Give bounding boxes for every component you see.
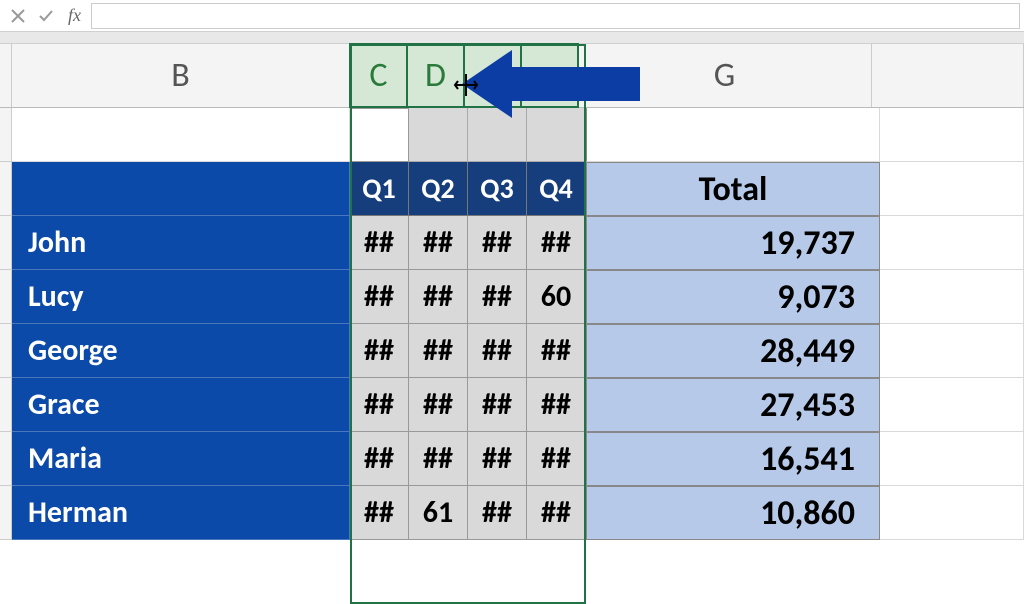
table-header-row: Q1 Q2 Q3 Q4 Total (0, 162, 1024, 216)
column-resize-cursor-icon (453, 72, 479, 104)
q-cell[interactable]: ## (350, 378, 409, 432)
q4-header[interactable]: Q4 (527, 162, 586, 216)
name-cell[interactable]: Lucy (12, 270, 350, 324)
q-cell[interactable]: ## (527, 324, 586, 378)
q-cell[interactable]: ## (527, 432, 586, 486)
row-header[interactable] (0, 432, 12, 486)
q-cell[interactable]: ## (409, 270, 468, 324)
table-row: John ## ## ## ## 19,737 (0, 216, 1024, 270)
q2-header[interactable]: Q2 (409, 162, 468, 216)
empty-cell[interactable] (880, 486, 1024, 540)
empty-cell[interactable] (350, 108, 409, 162)
q-cell[interactable]: ## (468, 324, 527, 378)
table-row: Maria ## ## ## ## 16,541 (0, 432, 1024, 486)
total-cell[interactable]: 16,541 (586, 432, 880, 486)
table-row: George ## ## ## ## 28,449 (0, 324, 1024, 378)
q-cell[interactable]: ## (350, 324, 409, 378)
q-cell[interactable]: ## (409, 216, 468, 270)
name-cell[interactable]: John (12, 216, 350, 270)
empty-cell[interactable] (409, 108, 468, 162)
q-cell[interactable]: ## (468, 378, 527, 432)
q-cell[interactable]: ## (527, 486, 586, 540)
row-header[interactable] (0, 486, 12, 540)
total-cell[interactable]: 9,073 (586, 270, 880, 324)
row-header[interactable] (0, 162, 12, 216)
row-header[interactable] (0, 270, 12, 324)
table-row: Lucy ## ## ## 60 9,073 (0, 270, 1024, 324)
q-cell[interactable]: ## (527, 216, 586, 270)
fx-label[interactable]: fx (68, 5, 81, 26)
empty-cell[interactable] (880, 108, 1024, 162)
name-cell[interactable]: Herman (12, 486, 350, 540)
name-header[interactable] (12, 162, 350, 216)
confirm-icon[interactable] (32, 2, 60, 30)
q-cell[interactable]: ## (468, 216, 527, 270)
column-header-rest[interactable] (872, 44, 1024, 107)
column-header-C[interactable]: C (349, 43, 408, 108)
q-cell[interactable]: ## (409, 324, 468, 378)
row-header[interactable] (0, 108, 12, 162)
empty-cell[interactable] (880, 162, 1024, 216)
name-cell[interactable]: George (12, 324, 350, 378)
empty-cell[interactable] (880, 270, 1024, 324)
name-cell[interactable]: Maria (12, 432, 350, 486)
name-cell[interactable]: Grace (12, 378, 350, 432)
row-header[interactable] (0, 378, 12, 432)
q-cell[interactable]: ## (350, 432, 409, 486)
empty-cell[interactable] (880, 432, 1024, 486)
q-cell[interactable]: ## (468, 270, 527, 324)
total-header[interactable]: Total (586, 162, 880, 216)
q-cell[interactable]: 60 (527, 270, 586, 324)
corner-cell[interactable] (0, 44, 12, 107)
q1-header[interactable]: Q1 (350, 162, 409, 216)
row-header[interactable] (0, 324, 12, 378)
grid-row (0, 108, 1024, 162)
column-header-B[interactable]: B (12, 44, 350, 107)
q-cell[interactable]: ## (409, 378, 468, 432)
q-cell[interactable]: ## (468, 486, 527, 540)
q3-header[interactable]: Q3 (468, 162, 527, 216)
cancel-icon[interactable] (4, 2, 32, 30)
total-cell[interactable]: 19,737 (586, 216, 880, 270)
q-cell[interactable]: ## (527, 378, 586, 432)
empty-cell[interactable] (880, 324, 1024, 378)
formula-bar: fx (0, 0, 1024, 32)
sheet-grid: Q1 Q2 Q3 Q4 Total John ## ## ## ## 19,73… (0, 108, 1024, 540)
q-cell[interactable]: 61 (409, 486, 468, 540)
empty-cell[interactable] (12, 108, 350, 162)
total-cell[interactable]: 27,453 (586, 378, 880, 432)
row-header[interactable] (0, 216, 12, 270)
empty-cell[interactable] (880, 378, 1024, 432)
empty-cell[interactable] (527, 108, 586, 162)
table-row: Grace ## ## ## ## 27,453 (0, 378, 1024, 432)
table-row: Herman ## 61 ## ## 10,860 (0, 486, 1024, 540)
q-cell[interactable]: ## (350, 270, 409, 324)
q-cell[interactable]: ## (350, 486, 409, 540)
empty-cell[interactable] (586, 108, 880, 162)
total-cell[interactable]: 10,860 (586, 486, 880, 540)
q-cell[interactable]: ## (350, 216, 409, 270)
total-cell[interactable]: 28,449 (586, 324, 880, 378)
q-cell[interactable]: ## (468, 432, 527, 486)
empty-cell[interactable] (880, 216, 1024, 270)
formula-input[interactable] (91, 3, 1020, 29)
q-cell[interactable]: ## (409, 432, 468, 486)
